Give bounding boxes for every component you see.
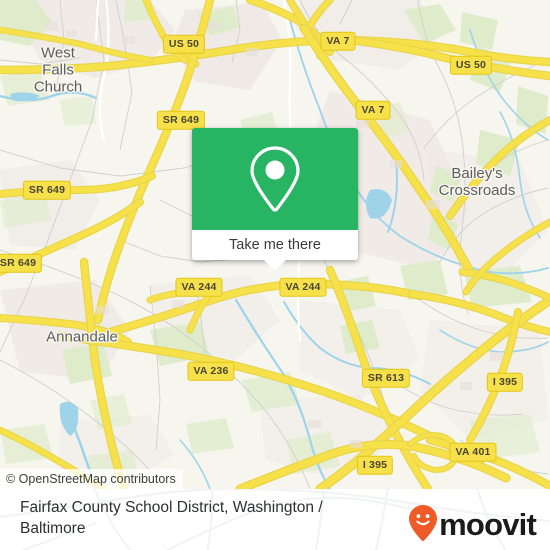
take-me-there-popup[interactable]: Take me there xyxy=(192,128,358,271)
place-label: West Falls Church xyxy=(33,44,83,96)
highway-shield: SR 613 xyxy=(361,368,411,388)
osm-attribution[interactable]: © OpenStreetMap contributors xyxy=(0,469,183,489)
highway-shield: VA 244 xyxy=(175,277,223,297)
take-me-there-label[interactable]: Take me there xyxy=(192,230,358,260)
map-canvas[interactable]: .rd { fill:none; stroke:#f7e14a; stroke-… xyxy=(0,0,550,489)
highway-shield: SR 649 xyxy=(156,110,206,130)
page-title: Fairfax County School District, Washingt… xyxy=(20,499,323,537)
highway-shield: VA 401 xyxy=(449,442,497,462)
moovit-smiley-pin-icon xyxy=(409,505,438,542)
place-label: Bailey's Crossroads xyxy=(438,165,516,199)
place-label: Annandale xyxy=(46,328,118,346)
popup-image-panel xyxy=(192,128,358,230)
moovit-wordmark: moovit xyxy=(439,506,537,542)
highway-shield: VA 236 xyxy=(187,361,235,381)
popup-pointer xyxy=(264,260,286,271)
footer-bar: Fairfax County School District, Washingt… xyxy=(0,489,550,550)
highway-shield: VA 7 xyxy=(355,100,391,120)
highway-shield: I 395 xyxy=(356,455,394,475)
map-screenshot: .rd { fill:none; stroke:#f7e14a; stroke-… xyxy=(0,0,550,550)
highway-shield: VA 7 xyxy=(320,31,356,51)
highway-shield: US 50 xyxy=(449,55,493,75)
highway-shield: I 395 xyxy=(486,372,524,392)
highway-shield: US 50 xyxy=(162,34,206,54)
map-pin-icon xyxy=(250,146,300,212)
highway-shield: SR 649 xyxy=(22,180,72,200)
highway-shield: SR 649 xyxy=(0,253,43,273)
highway-shield: VA 244 xyxy=(279,277,327,297)
moovit-logo[interactable]: moovit xyxy=(408,504,537,544)
